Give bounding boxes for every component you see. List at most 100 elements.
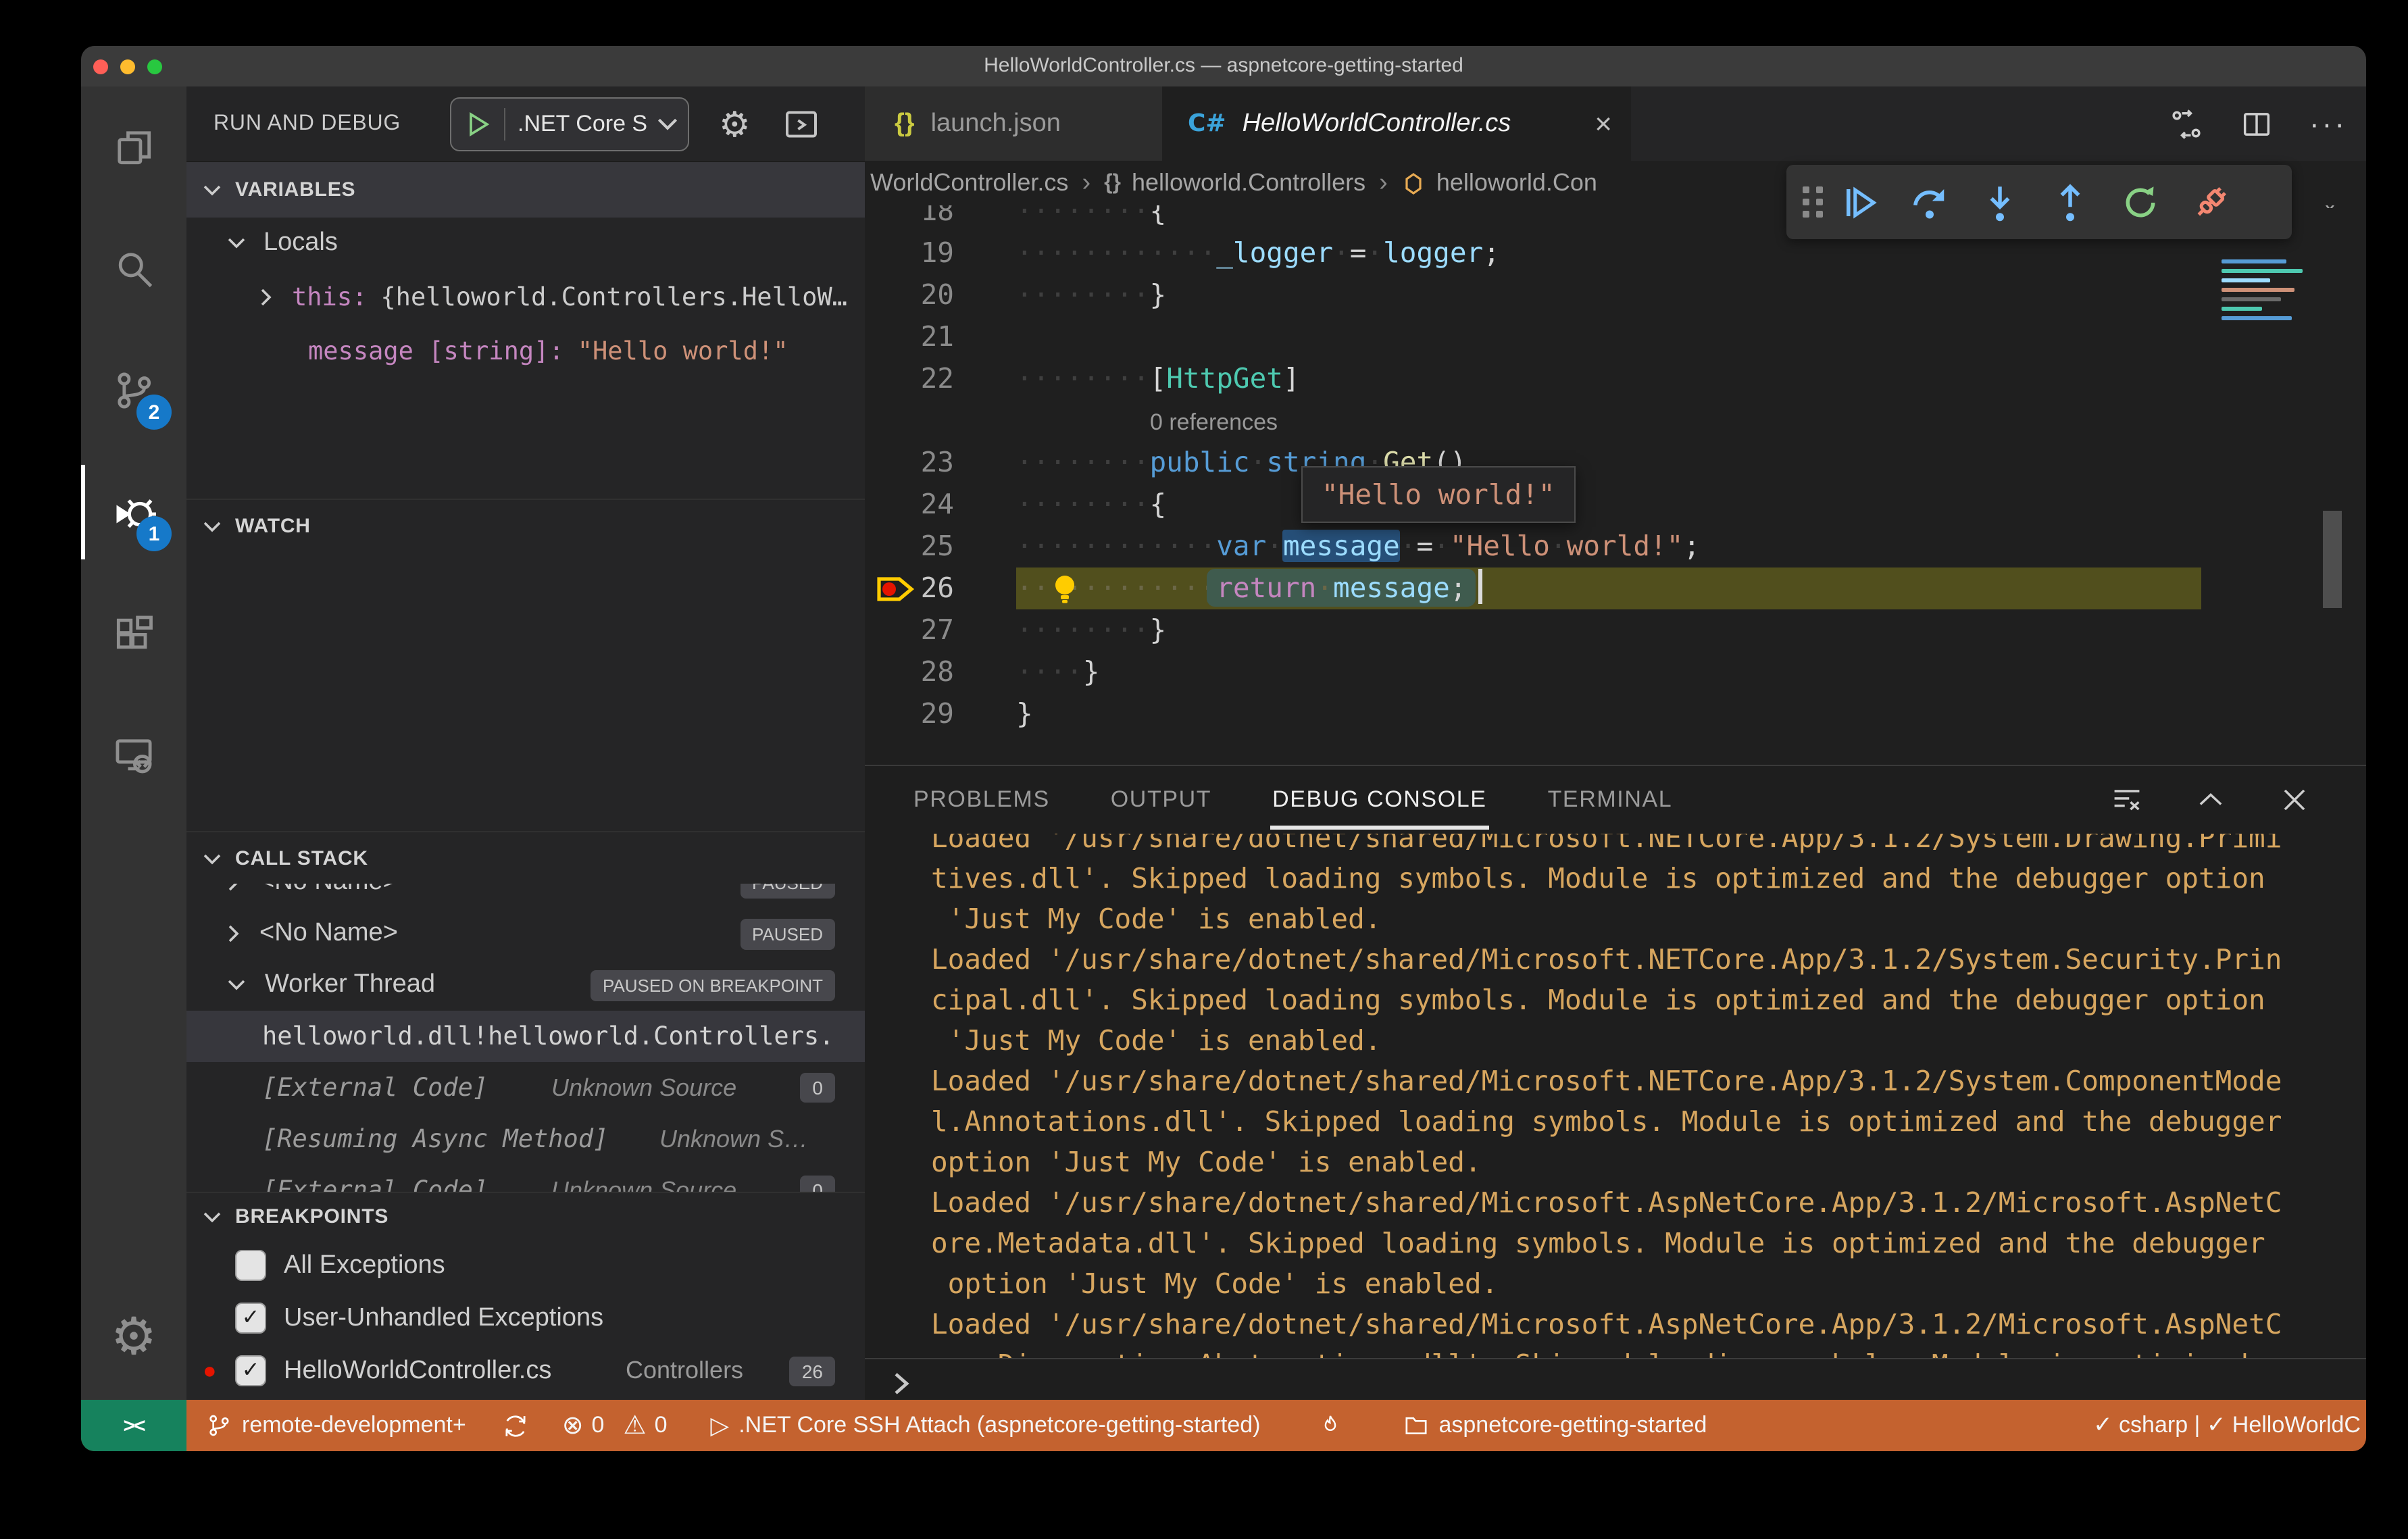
tab-terminal[interactable]: TERMINAL: [1548, 766, 1673, 834]
console-line: l.Annotations.dll'. Skipped loading symb…: [931, 1105, 2282, 1138]
open-changes-icon[interactable]: [2169, 106, 2204, 141]
variables-scope-locals[interactable]: Locals: [186, 216, 865, 270]
call-stack-section-header[interactable]: CALL STACK: [186, 831, 865, 885]
editor-scrollbar[interactable]: [2323, 511, 2342, 608]
breadcrumb-file[interactable]: WorldController.cs: [870, 169, 1068, 197]
chevron-down-icon: [228, 238, 245, 249]
step-over-button[interactable]: [1895, 172, 1965, 232]
folder-icon: [1405, 1417, 1426, 1434]
settings-gear-icon[interactable]: ⚙: [81, 1276, 186, 1397]
code-line-20[interactable]: 20 ········}: [865, 274, 2366, 316]
branch-status-item[interactable]: remote-development+: [205, 1412, 466, 1439]
disconnect-button[interactable]: [2176, 172, 2246, 232]
flame-icon: [1324, 1415, 1336, 1430]
thread-row[interactable]: <No Name> PAUSED: [186, 908, 865, 959]
paused-breakpoint-icon[interactable]: [876, 573, 916, 605]
launch-config-label[interactable]: .NET Core S: [518, 111, 647, 138]
sidebar-item-source-control[interactable]: 2: [81, 330, 186, 451]
flame-status-item[interactable]: [1317, 1411, 1343, 1440]
more-actions-icon[interactable]: ···: [2309, 106, 2347, 141]
step-into-button[interactable]: [1965, 172, 2035, 232]
code-line-24[interactable]: 24 ········{: [865, 484, 2366, 526]
code-line-21[interactable]: 21: [865, 316, 2366, 358]
titlebar: HelloWorldController.cs — aspnetcore-get…: [81, 46, 2366, 86]
code-line-22[interactable]: 22 ········[HttpGet]: [865, 358, 2366, 400]
breakpoint-all-exceptions[interactable]: All Exceptions: [186, 1239, 865, 1292]
chevron-right-icon: [228, 884, 238, 891]
debug-console-toggle-icon[interactable]: [782, 105, 820, 143]
tab-problems[interactable]: PROBLEMS: [913, 766, 1050, 834]
watch-section-header[interactable]: WATCH: [186, 499, 865, 553]
breakpoints-section-header[interactable]: BREAKPOINTS: [186, 1192, 865, 1240]
launch-config-picker[interactable]: .NET Core S: [450, 97, 689, 151]
lightbulb-icon[interactable]: [1049, 572, 1081, 607]
close-tab-icon[interactable]: ×: [1595, 106, 1612, 141]
split-editor-icon[interactable]: [2239, 106, 2274, 141]
continue-button[interactable]: [1824, 172, 1895, 232]
console-line: Loaded '/usr/share/dotnet/shared/Microso…: [931, 943, 2282, 976]
codelens-references[interactable]: 0 references: [865, 400, 2366, 442]
tab-helloworldcontroller[interactable]: C# HelloWorldController.cs ×: [1163, 86, 1631, 161]
tab-launch-json[interactable]: {} launch.json: [865, 86, 1163, 161]
checkbox-unchecked[interactable]: [235, 1250, 266, 1281]
remote-indicator[interactable]: ><: [81, 1400, 186, 1451]
breakpoint-folder: Controllers: [626, 1357, 744, 1384]
stack-frame[interactable]: [External Code] Unknown Source 0: [186, 1062, 865, 1113]
variable-this[interactable]: this: {helloworld.Controllers.HelloW…: [186, 270, 865, 324]
thread-row[interactable]: <No Name> PAUSED: [186, 884, 865, 908]
console-line: 'Just My Code' is enabled.: [931, 1024, 1382, 1057]
sync-status-item[interactable]: [501, 1411, 530, 1440]
code-line-23[interactable]: 23 ········public·string·Get(): [865, 442, 2366, 484]
folder-status-item[interactable]: aspnetcore-getting-started: [1402, 1412, 1707, 1439]
variables-section-header[interactable]: VARIABLES: [186, 161, 865, 218]
code-editor[interactable]: 18 ········{19 ············_logger·=·logge…: [865, 191, 2366, 785]
frame-source: Unknown Source: [551, 1074, 737, 1101]
code-line-25[interactable]: 25 ············var·message·=·"Hello·world…: [865, 526, 2366, 567]
checkbox-checked[interactable]: ✓: [235, 1303, 266, 1334]
breadcrumb-namespace[interactable]: helloworld.Controllers: [1132, 169, 1365, 197]
code-line-29[interactable]: 29}: [865, 693, 2366, 735]
restart-button[interactable]: [2105, 172, 2176, 232]
frame-label: [Resuming Async Method]: [262, 1125, 609, 1153]
debug-settings-gear-icon[interactable]: ⚙: [719, 86, 751, 161]
code-line-28[interactable]: 28 ····}: [865, 651, 2366, 693]
thread-row-worker[interactable]: Worker Thread PAUSED ON BREAKPOINT: [186, 959, 865, 1011]
chevron-down-icon: [203, 521, 221, 532]
code-line-27[interactable]: 27 ········}: [865, 609, 2366, 651]
error-icon: ⊗: [561, 1411, 584, 1440]
language-status-item[interactable]: ✓ csharp | ✓ HelloWorldC: [2093, 1412, 2361, 1439]
activity-bar: 2 1 ⚙: [81, 86, 186, 1400]
step-out-button[interactable]: [2035, 172, 2105, 232]
debug-console-input[interactable]: [865, 1358, 2366, 1400]
call-stack-list: <No Name> PAUSED <No Name> PAUSED Worker…: [186, 884, 865, 1192]
tab-output[interactable]: OUTPUT: [1111, 766, 1211, 834]
panel-actions: [2109, 766, 2312, 834]
minimap[interactable]: [2222, 259, 2319, 330]
chevron-down-icon: [228, 980, 245, 990]
sidebar-item-extensions[interactable]: [81, 573, 186, 695]
drag-handle-icon[interactable]: [1803, 186, 1824, 218]
breakpoint-helloworldcontroller[interactable]: ● ✓ HelloWorldController.cs Controllers …: [186, 1344, 865, 1397]
checkbox-checked[interactable]: ✓: [235, 1355, 266, 1386]
sidebar-item-explorer[interactable]: [81, 86, 186, 208]
stack-frame[interactable]: [Resuming Async Method] Unknown S…: [186, 1113, 865, 1165]
problems-status-item[interactable]: ⊗ 0 ⚠ 0: [562, 1410, 668, 1441]
sidebar-item-search[interactable]: [81, 208, 186, 330]
console-line: Loaded '/usr/share/dotnet/shared/Microso…: [931, 834, 2282, 854]
stack-frame-selected[interactable]: helloworld.dll!helloworld.Controllers.: [186, 1011, 865, 1062]
tab-debug-console[interactable]: DEBUG CONSOLE: [1270, 766, 1489, 834]
debug-console-output[interactable]: Loaded '/usr/share/dotnet/shared/Microso…: [931, 834, 2339, 1358]
start-debug-icon[interactable]: [463, 109, 493, 139]
stack-frame[interactable]: [External Code] Unknown Source 0: [186, 1165, 865, 1192]
files-icon: [118, 131, 151, 165]
clear-console-icon[interactable]: [2109, 782, 2144, 817]
maximize-panel-icon[interactable]: [2193, 782, 2228, 817]
close-panel-icon[interactable]: [2277, 782, 2312, 817]
sidebar-item-run-and-debug[interactable]: 1: [81, 451, 186, 573]
debug-session-status-item[interactable]: ▷ .NET Core SSH Attach (aspnetcore-getti…: [711, 1411, 1261, 1440]
breadcrumb-class[interactable]: helloworld.Con: [1436, 169, 1597, 197]
sidebar-item-remote-explorer[interactable]: [81, 695, 186, 816]
variable-message[interactable]: message [string]: "Hello world!": [186, 324, 865, 378]
code-line-26[interactable]: 26 ············return·message;: [865, 567, 2366, 609]
breakpoint-user-unhandled[interactable]: ✓ User-Unhandled Exceptions: [186, 1292, 865, 1344]
